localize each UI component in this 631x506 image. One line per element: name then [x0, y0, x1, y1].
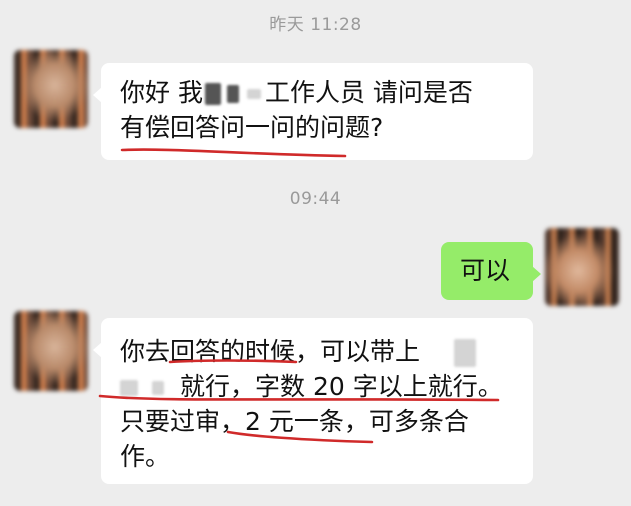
message-line: 作。	[120, 442, 171, 471]
redacted-text	[204, 83, 221, 105]
message-bubble-incoming[interactable]: 你好 我工作人员 请问是否 有偿回答问一问的问题?	[93, 63, 533, 160]
message-bubble-outgoing[interactable]: 可以	[441, 242, 541, 300]
message-line: 你好 我工作人员 请问是否	[120, 78, 473, 107]
avatar[interactable]	[14, 311, 88, 391]
message-line: 有偿回答问一问的问题?	[120, 113, 384, 142]
redacted-text	[246, 89, 261, 99]
avatar[interactable]	[545, 228, 619, 306]
redacted-text	[226, 85, 239, 103]
avatar[interactable]	[14, 50, 88, 128]
timestamp: 09:44	[289, 189, 342, 209]
message-line: 就行，字数 20 字以上就行。	[120, 369, 533, 404]
message-line: 可以	[460, 256, 511, 285]
redacted-text	[454, 339, 477, 367]
message-line: 你去回答的时候，可以带上	[120, 334, 533, 369]
redacted-text	[152, 381, 164, 395]
message-bubble-incoming[interactable]: 你去回答的时候，可以带上 就行，字数 20 字以上就行。 只要过审，2 元一条，…	[93, 318, 533, 484]
redacted-text	[120, 380, 138, 396]
message-line: 只要过审，2 元一条，可多条合	[120, 407, 469, 436]
timestamp: 昨天 11:28	[269, 15, 362, 35]
